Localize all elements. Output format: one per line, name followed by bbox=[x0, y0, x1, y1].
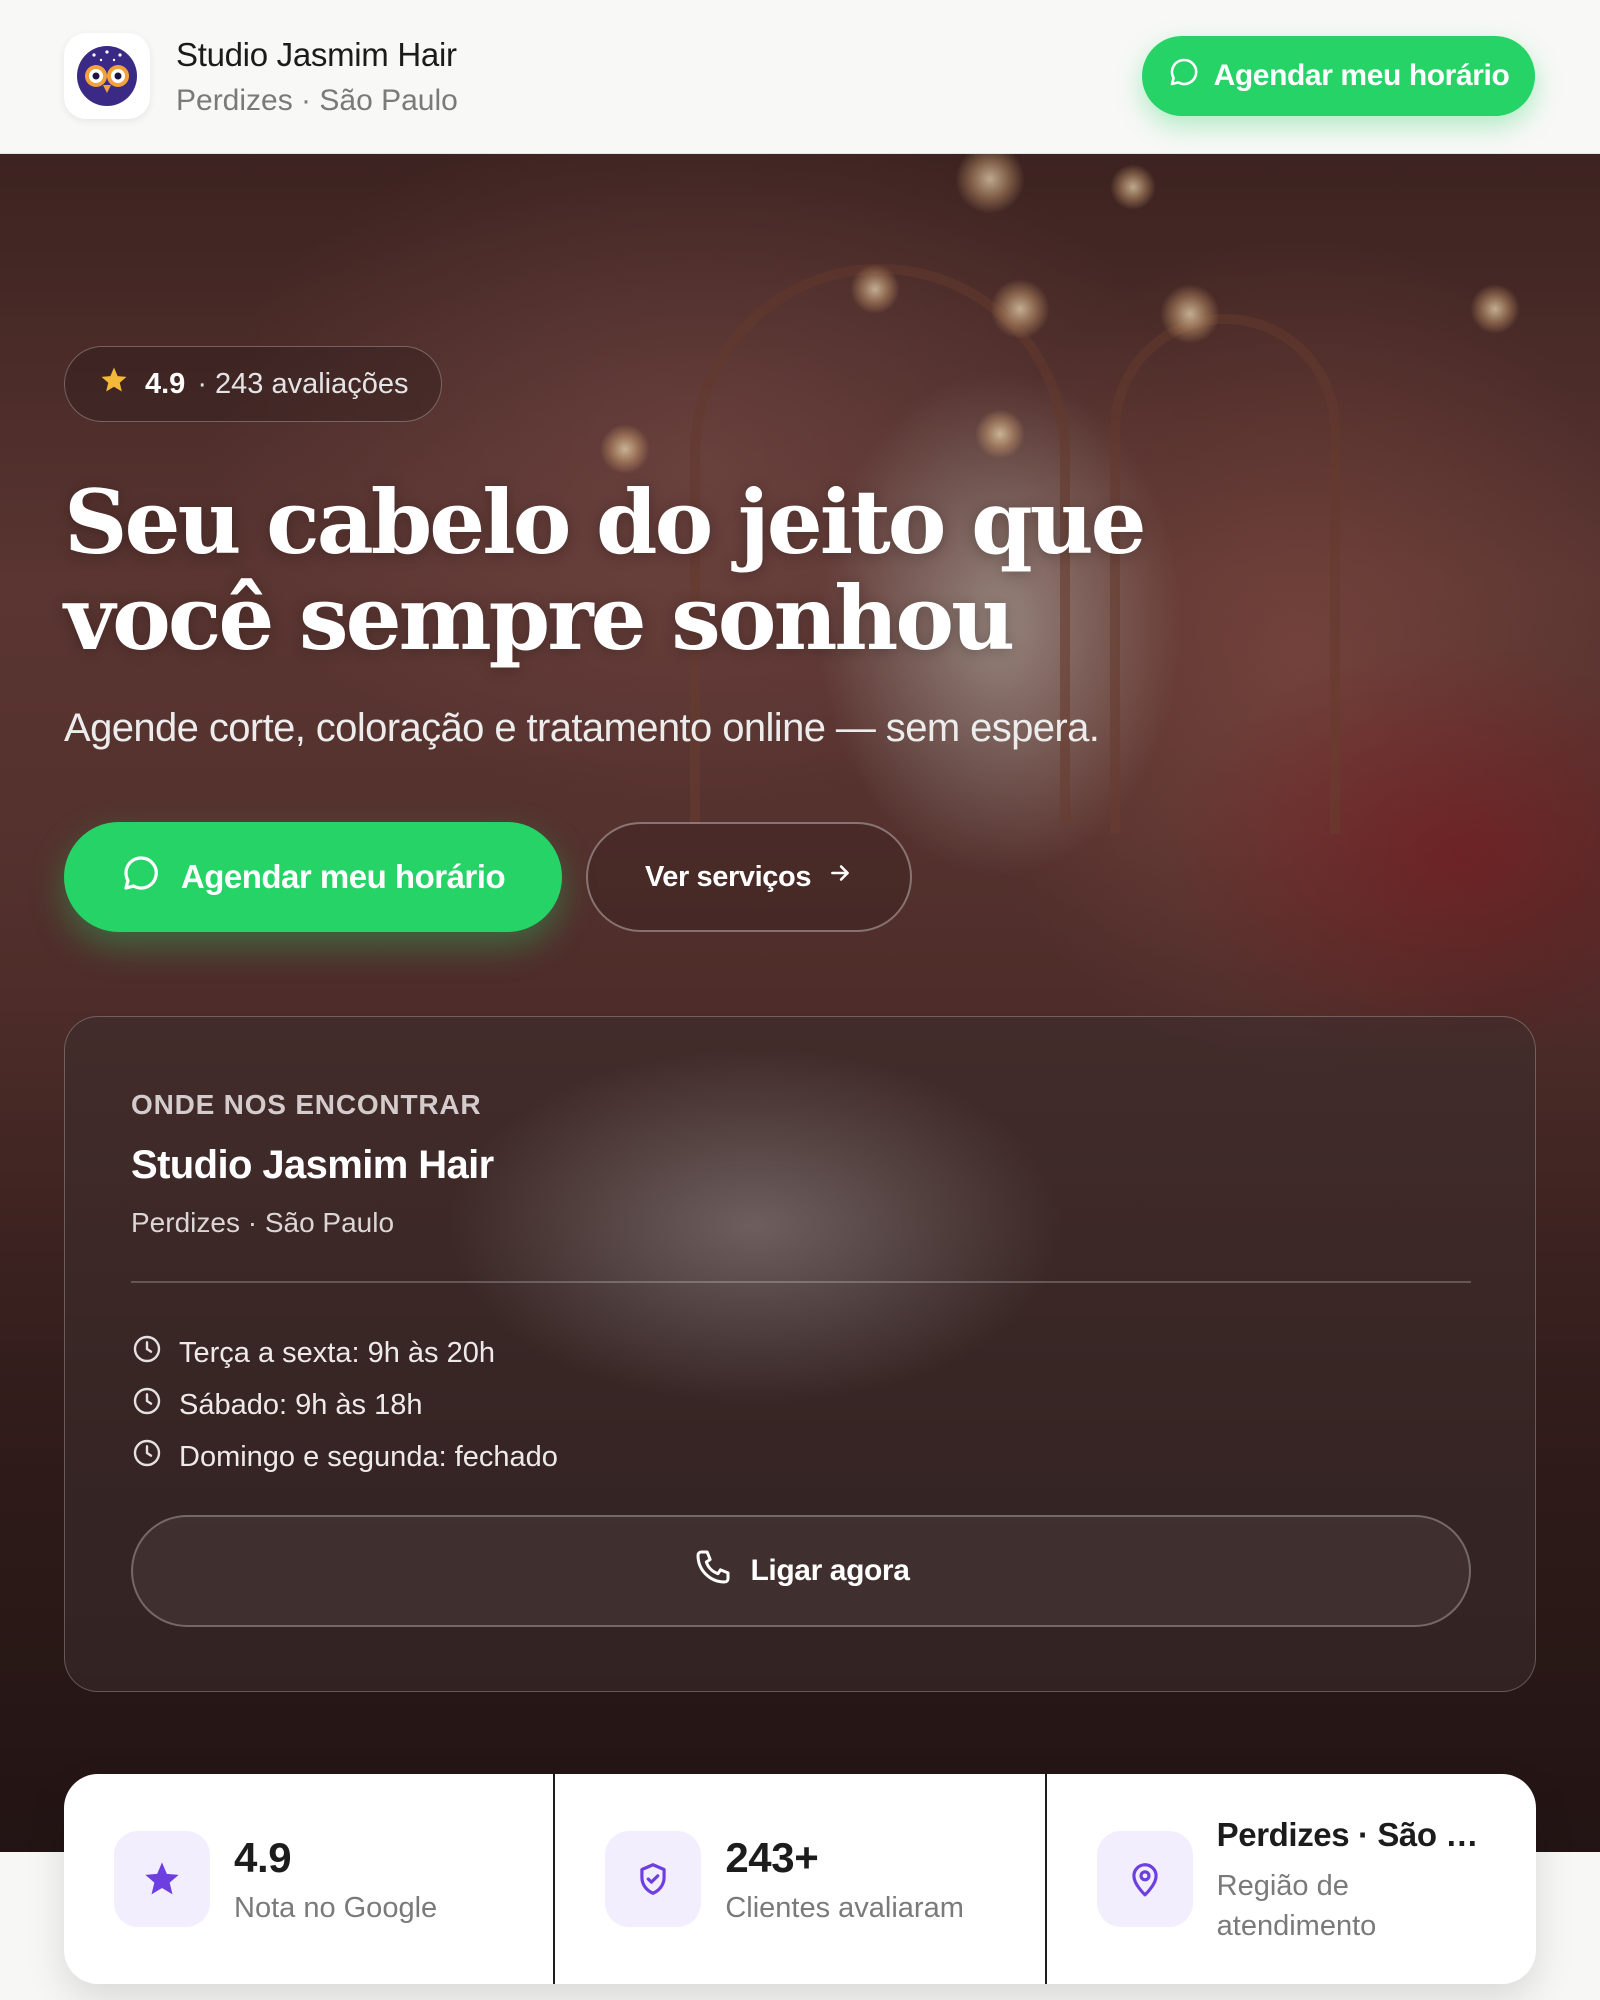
header-book-button[interactable]: Agendar meu horário bbox=[1142, 36, 1535, 116]
location-name: Studio Jasmim Hair bbox=[131, 1143, 494, 1187]
hours-row: Terça a sexta: 9h às 20h bbox=[131, 1327, 558, 1379]
brand-location: Perdizes · São Paulo bbox=[176, 84, 458, 117]
stats-bar: 4.9 Nota no Google 243+ Clientes avaliar… bbox=[64, 1774, 1536, 1984]
hero-title-line-2: você sempre sonhou bbox=[64, 566, 1015, 670]
call-now-button[interactable]: Ligar agora bbox=[131, 1515, 1471, 1627]
opening-hours-list: Terça a sexta: 9h às 20h Sábado: 9h às 1… bbox=[131, 1327, 558, 1483]
view-services-label: Ver serviços bbox=[644, 860, 812, 893]
stat-region: Perdizes · São Paulo Região de atendimen… bbox=[1047, 1774, 1536, 1984]
stat-value: 4.9 bbox=[234, 1834, 292, 1881]
clock-icon bbox=[131, 1333, 163, 1373]
stat-label: Clientes avaliaram bbox=[725, 1892, 964, 1924]
rating-count: · 243 avaliações bbox=[197, 367, 409, 400]
hours-text: Domingo e segunda: fechado bbox=[179, 1440, 558, 1473]
hero-book-button[interactable]: Agendar meu horário bbox=[64, 822, 562, 932]
stat-label: Região de atendimento bbox=[1216, 1870, 1377, 1942]
divider bbox=[131, 1281, 1471, 1283]
hours-row: Sábado: 9h às 18h bbox=[131, 1379, 558, 1431]
view-services-button[interactable]: Ver serviços bbox=[586, 822, 912, 932]
site-header: Studio Jasmim Hair Perdizes · São Paulo … bbox=[0, 0, 1600, 154]
clock-icon bbox=[131, 1437, 163, 1477]
stat-reviews: 243+ Clientes avaliaram bbox=[555, 1774, 1047, 1984]
location-area: Perdizes · São Paulo bbox=[131, 1207, 395, 1238]
header-book-label: Agendar meu horário bbox=[1213, 59, 1510, 92]
hours-row: Domingo e segunda: fechado bbox=[131, 1431, 558, 1483]
stat-value: 243+ bbox=[725, 1834, 819, 1881]
stat-value: Perdizes · São Paulo bbox=[1216, 1816, 1487, 1853]
star-icon bbox=[114, 1831, 210, 1927]
shield-check-icon bbox=[605, 1831, 702, 1927]
location-card: ONDE NOS ENCONTRAR Studio Jasmim Hair Pe… bbox=[64, 1016, 1536, 1692]
hero-title-line-1: Seu cabelo do jeito que bbox=[64, 470, 1147, 574]
location-eyebrow: ONDE NOS ENCONTRAR bbox=[131, 1089, 482, 1120]
hours-text: Sábado: 9h às 18h bbox=[179, 1388, 423, 1421]
rating-score: 4.9 bbox=[145, 367, 186, 400]
call-now-label: Ligar agora bbox=[750, 1554, 910, 1587]
hero-section: 4.9 · 243 avaliações Seu cabelo do jeito… bbox=[0, 154, 1600, 1852]
brand-name: Studio Jasmim Hair bbox=[176, 36, 457, 73]
phone-icon bbox=[693, 1547, 733, 1595]
hours-text: Terça a sexta: 9h às 20h bbox=[179, 1336, 495, 1369]
whatsapp-icon bbox=[121, 853, 161, 901]
rating-badge: 4.9 · 243 avaliações bbox=[64, 346, 442, 422]
clock-icon bbox=[131, 1385, 163, 1425]
owl-logo-icon[interactable] bbox=[64, 33, 150, 119]
whatsapp-icon bbox=[1168, 56, 1200, 96]
stat-google-rating: 4.9 Nota no Google bbox=[64, 1774, 556, 1984]
arrow-right-icon bbox=[827, 860, 853, 894]
star-icon bbox=[99, 365, 129, 403]
stat-label: Nota no Google bbox=[234, 1892, 438, 1924]
hero-subtitle: Agende corte, coloração e tratamento onl… bbox=[64, 706, 1100, 750]
hero-title: Seu cabelo do jeito que você sempre sonh… bbox=[64, 474, 1164, 666]
hero-book-label: Agendar meu horário bbox=[180, 858, 506, 895]
map-pin-icon bbox=[1096, 1831, 1193, 1927]
